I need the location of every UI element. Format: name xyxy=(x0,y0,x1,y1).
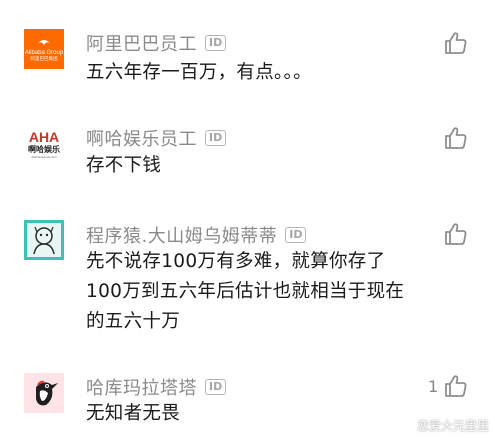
name-row: 哈库玛拉塔塔 ID xyxy=(86,374,227,400)
thumbs-up-icon xyxy=(445,375,467,397)
username[interactable]: 哈库玛拉塔塔 xyxy=(86,374,197,400)
id-badge: ID xyxy=(205,379,227,395)
avatar[interactable] xyxy=(24,220,64,260)
username[interactable]: 阿里巴巴员工 xyxy=(86,30,197,56)
alibaba-logo-icon: Alibaba Group 阿里巴巴集团 xyxy=(24,29,64,69)
avatar-text-main: AHA xyxy=(29,129,59,145)
id-badge: ID xyxy=(205,130,227,146)
avatar[interactable]: AHA 啊哈娱乐 AHA Entertainment xyxy=(24,124,64,164)
cartoon-avatar-icon xyxy=(24,220,64,260)
avatar-text-sub: 阿里巴巴集团 xyxy=(31,55,58,62)
comment-text: 存不下钱 xyxy=(86,155,162,176)
thumbs-up-icon xyxy=(445,223,467,245)
woodpecker-avatar-icon xyxy=(24,373,64,413)
username[interactable]: 程序猿.大山姆乌姆蒂蒂 xyxy=(86,222,277,248)
username[interactable]: 啊哈娱乐员工 xyxy=(86,125,197,151)
like-button[interactable] xyxy=(443,125,469,151)
aha-logo-icon: AHA 啊哈娱乐 AHA Entertainment xyxy=(24,124,64,164)
like-button[interactable] xyxy=(443,30,469,56)
name-row: 啊哈娱乐员工 ID xyxy=(86,125,227,151)
thumbs-up-icon xyxy=(445,32,467,54)
comment-text: 无知者无畏 xyxy=(86,403,181,424)
like-button[interactable] xyxy=(443,221,469,247)
like-button[interactable] xyxy=(443,373,469,399)
avatar-text-sub: 啊哈娱乐 xyxy=(28,144,60,154)
name-row: 程序猿.大山姆乌姆蒂蒂 ID xyxy=(86,222,307,248)
name-row: 阿里巴巴员工 ID xyxy=(86,30,227,56)
avatar[interactable] xyxy=(24,373,64,413)
thumbs-up-icon xyxy=(445,127,467,149)
avatar[interactable]: Alibaba Group 阿里巴巴集团 xyxy=(24,29,64,69)
comment-text: 五六年存一百万，有点。。。 xyxy=(86,62,312,83)
comment-text: 先不说存100万有多难，就算你存了100万到五六年后估计也就相当于现在的五六十万 xyxy=(86,251,405,332)
watermark: 恋爱大元里里 xyxy=(416,419,489,433)
id-badge: ID xyxy=(285,227,307,243)
avatar-text-tiny: AHA Entertainment xyxy=(31,155,57,159)
like-count: 1 xyxy=(428,377,439,396)
id-badge: ID xyxy=(205,35,227,51)
